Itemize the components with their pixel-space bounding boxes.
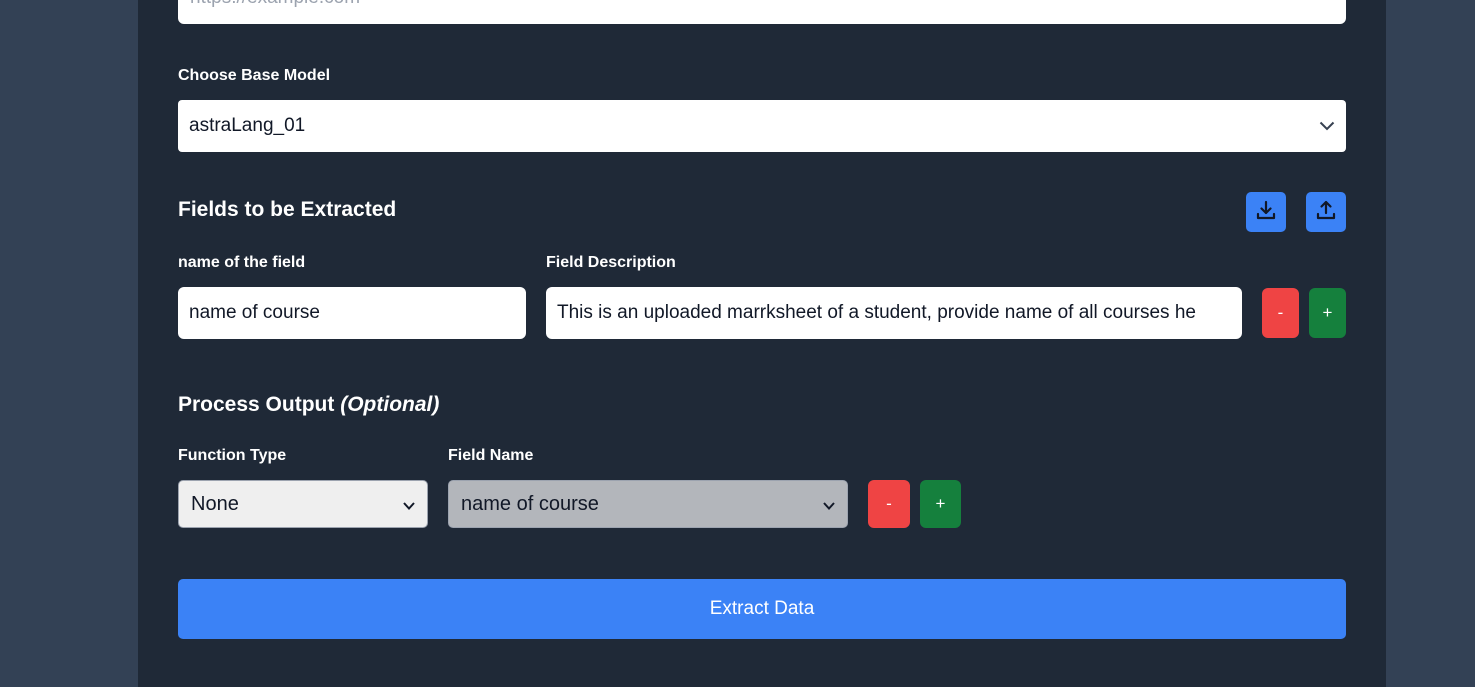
chevron-down-icon — [1319, 115, 1335, 137]
add-process-button[interactable]: + — [920, 480, 961, 528]
remove-process-button[interactable]: - — [868, 480, 910, 528]
optional-suffix: (Optional) — [340, 393, 440, 416]
function-type-value: None — [191, 492, 239, 515]
base-model-value: astraLang_01 — [189, 115, 306, 136]
base-model-select[interactable]: astraLang_01 — [178, 100, 1346, 152]
chevron-down-icon — [403, 493, 415, 516]
function-type-select[interactable]: None — [178, 480, 428, 528]
chevron-down-icon — [823, 493, 835, 516]
download-icon — [1255, 199, 1277, 226]
field-description-input[interactable]: This is an uploaded marrksheet of a stud… — [546, 287, 1242, 339]
download-button[interactable] — [1246, 192, 1286, 232]
field-name-select-label: Field Name — [448, 447, 534, 464]
field-name-select-value: name of course — [461, 492, 599, 515]
add-field-button[interactable]: + — [1309, 288, 1346, 338]
form-panel: Choose Base Model astraLang_01 Fields to… — [138, 0, 1386, 687]
function-type-label: Function Type — [178, 447, 287, 464]
field-name-input[interactable]: name of course — [178, 287, 526, 339]
process-output-title: Process Output (Optional) — [178, 393, 439, 417]
upload-icon — [1315, 199, 1337, 226]
field-name-select[interactable]: name of course — [448, 480, 848, 528]
field-name-value: name of course — [189, 302, 320, 323]
extract-data-button[interactable]: Extract Data — [178, 579, 1346, 639]
base-model-label: Choose Base Model — [178, 67, 331, 84]
process-output-title-text: Process Output — [178, 393, 335, 416]
remove-field-button[interactable]: - — [1262, 288, 1299, 338]
url-input[interactable] — [178, 0, 1346, 24]
field-name-label: name of the field — [178, 254, 306, 271]
upload-button[interactable] — [1306, 192, 1346, 232]
field-description-value: This is an uploaded marrksheet of a stud… — [557, 302, 1196, 323]
field-description-label: Field Description — [546, 254, 676, 271]
fields-section-title: Fields to be Extracted — [178, 198, 397, 221]
